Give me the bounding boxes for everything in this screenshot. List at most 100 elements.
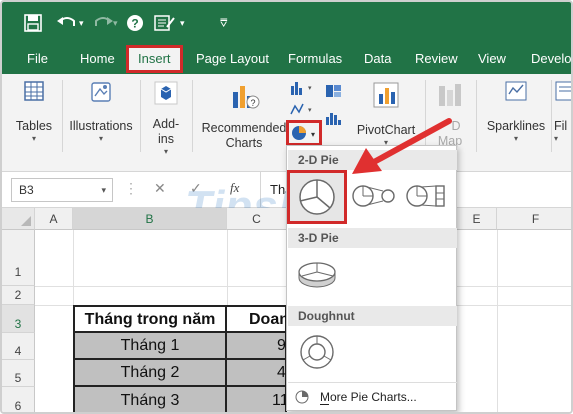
pie-option-3d-pie[interactable] [295,254,341,294]
table-row-1-month[interactable]: Tháng 1 [73,333,227,360]
bar-of-pie-icon [406,185,445,207]
pivotchart-icon [373,82,399,108]
sparklines-label: Sparklines [486,119,546,133]
illustrations-icon [91,82,111,102]
tab-view[interactable]: View [478,44,506,74]
column-header-b[interactable]: B [73,208,227,230]
undo-dropdown-caret[interactable]: ▾ [79,11,84,35]
table-row-3-month[interactable]: Tháng 3 [73,387,227,412]
more-pie-icon [295,390,309,404]
hierarchy-chart-icon[interactable] [324,82,344,100]
pie-option-doughnut[interactable] [297,332,337,372]
tab-developer[interactable]: Develop [531,44,571,74]
pie-option-pie-of-pie[interactable] [351,182,397,210]
table-header-month[interactable]: Tháng trong năm [73,305,227,333]
line-chart-button[interactable]: ▾ [289,100,319,122]
column-header-f[interactable]: F [497,208,571,230]
cancel-icon[interactable]: ✕ [154,180,166,197]
select-all-corner[interactable] [2,208,35,230]
illustrations-label: Illustrations [69,119,133,133]
pie-3d-icon [298,262,336,288]
ribbon-divider [476,80,477,152]
form-dropdown-caret[interactable]: ▾ [180,11,185,35]
ribbon-tabs: File Home Insert Page Layout Formulas Da… [2,44,571,74]
more-pie-charts-item[interactable]: More Pie Charts... [291,386,454,408]
pie-option-2d-pie[interactable] [287,170,347,224]
tab-data[interactable]: Data [364,44,391,74]
recommended-charts-button[interactable]: ? Recommended Charts [199,80,289,151]
table-icon [24,81,44,101]
tab-review[interactable]: Review [415,44,458,74]
row-header-6[interactable]: 6 [2,387,35,412]
section-2d-pie: 2-D Pie [288,150,457,170]
pivotchart-label: PivotChart [356,123,416,137]
svg-text:?: ? [131,17,138,31]
svg-text:▾: ▾ [308,107,312,114]
form-icon[interactable] [154,11,176,35]
chevron-down-icon[interactable]: ▾ [101,179,106,201]
tab-home[interactable]: Home [80,44,115,74]
tables-button[interactable]: Tables ▾ [14,80,54,144]
tab-page-layout[interactable]: Page Layout [196,44,269,74]
column-header-e[interactable]: E [457,208,497,230]
menu-divider [288,382,457,383]
row-header-2[interactable]: 2 [2,286,35,305]
tables-label: Tables [15,119,53,133]
sparklines-button[interactable]: Sparklines ▾ [484,80,548,144]
chevron-down-icon: ▾ [163,147,168,156]
help-icon[interactable]: ? [126,11,144,35]
column-header-c[interactable]: C [227,208,287,230]
statistic-chart-icon[interactable] [324,109,344,127]
ribbon-divider [425,80,426,152]
column-chart-button[interactable]: ▾ [289,78,319,100]
chevron-down-icon: ▾ [513,134,518,143]
table-row-3-value[interactable]: 11 [227,387,289,412]
table-row-2-month[interactable]: Tháng 2 [73,360,227,387]
addins-icon [154,81,178,105]
doughnut-icon [300,335,334,369]
undo-icon[interactable] [56,11,78,35]
chevron-down-icon: ▾ [98,134,103,143]
row-header-4[interactable]: 4 [2,333,35,360]
table-row-1-value[interactable]: 9 [227,333,287,360]
filters-button[interactable]: Fil ▾ [554,80,571,144]
tab-file[interactable]: File [27,44,48,74]
filter-icon [555,81,571,101]
name-box[interactable]: B3 ▾ [11,178,113,202]
name-box-value: B3 [19,183,34,197]
pie-chart-button[interactable]: ▾ [286,120,322,146]
row-header-5[interactable]: 5 [2,360,35,387]
column-header-a[interactable]: A [35,208,73,230]
illustrations-button[interactable]: Illustrations ▾ [66,80,136,144]
more-options-icon: ⋮ [124,180,138,196]
tab-formulas[interactable]: Formulas [288,44,342,74]
excel-window: ▾ ▾ ? ▾ ⩢ File Home Insert Page Layout F… [0,0,573,414]
3d-map-button[interactable]: D Map [430,80,470,149]
3d-map-icon [439,84,461,106]
customize-icon[interactable]: ⩢ [220,11,227,35]
chart-type-buttons: ▾ ▾ [289,78,319,122]
pivotchart-button[interactable]: PivotChart ▾ [352,80,420,148]
pie-option-bar-of-pie[interactable] [405,182,451,210]
chevron-down-icon: ▾ [31,134,36,143]
table-row-2-value[interactable]: 4 [227,360,287,387]
table-header-revenue[interactable]: Doan [227,305,289,333]
row-header-3[interactable]: 3 [2,305,35,333]
redo-icon[interactable] [92,11,114,35]
3d-map-label-line1: D [451,119,461,133]
section-3d-pie: 3-D Pie [288,228,457,248]
ribbon-divider [140,80,141,152]
section-doughnut: Doughnut [288,306,457,326]
svg-text:?: ? [250,98,255,108]
svg-text:▾: ▾ [308,85,312,92]
row-header-1[interactable]: 1 [2,230,35,286]
addins-label-line1: Add- [152,117,180,131]
save-icon[interactable] [24,11,42,35]
pie-chart-icon: ▾ [292,126,315,140]
redo-dropdown-caret[interactable]: ▾ [113,11,118,35]
tab-insert[interactable]: Insert [126,45,183,73]
addins-button[interactable]: Add- ins ▾ [147,80,185,157]
svg-text:▾: ▾ [311,130,315,139]
addins-label-line2: ins [158,132,174,146]
title-bar: ▾ ▾ ? ▾ ⩢ [2,2,571,44]
